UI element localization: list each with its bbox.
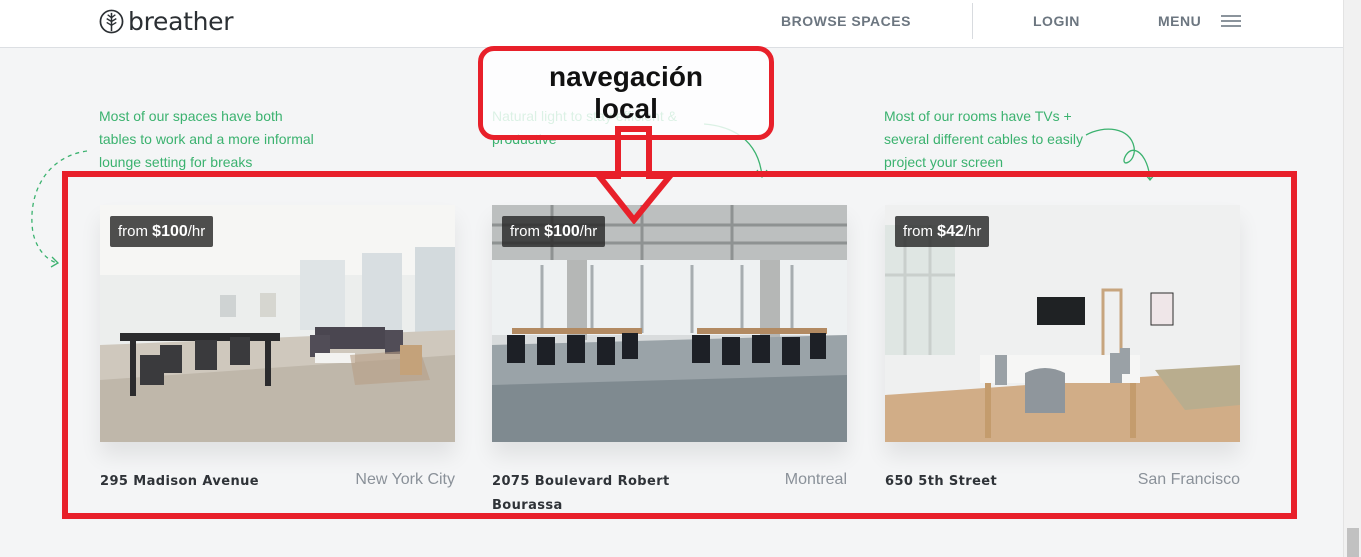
nav-browse-spaces[interactable]: BROWSE SPACES bbox=[781, 13, 911, 29]
logo[interactable]: breather bbox=[99, 6, 234, 36]
hamburger-icon[interactable] bbox=[1221, 15, 1241, 27]
nav-login[interactable]: LOGIN bbox=[1033, 13, 1080, 29]
tip-tables: Most of our spaces have both tables to w… bbox=[99, 108, 314, 170]
site-header: breather BROWSE SPACES LOGIN MENU bbox=[0, 0, 1343, 48]
page-scrollbar[interactable] bbox=[1343, 0, 1361, 557]
annotation-highlight-box bbox=[62, 171, 1297, 519]
scrollbar-thumb[interactable] bbox=[1347, 528, 1359, 557]
logo-text: breather bbox=[128, 6, 234, 36]
tip-tvs: Most of our rooms have TVs + several dif… bbox=[884, 108, 1083, 170]
nav-divider bbox=[972, 3, 973, 39]
annotation-arrow-icon bbox=[594, 126, 676, 224]
tree-logo-icon bbox=[99, 9, 124, 33]
annotation-label: navegación local bbox=[548, 61, 704, 124]
nav-menu[interactable]: MENU bbox=[1158, 13, 1201, 29]
